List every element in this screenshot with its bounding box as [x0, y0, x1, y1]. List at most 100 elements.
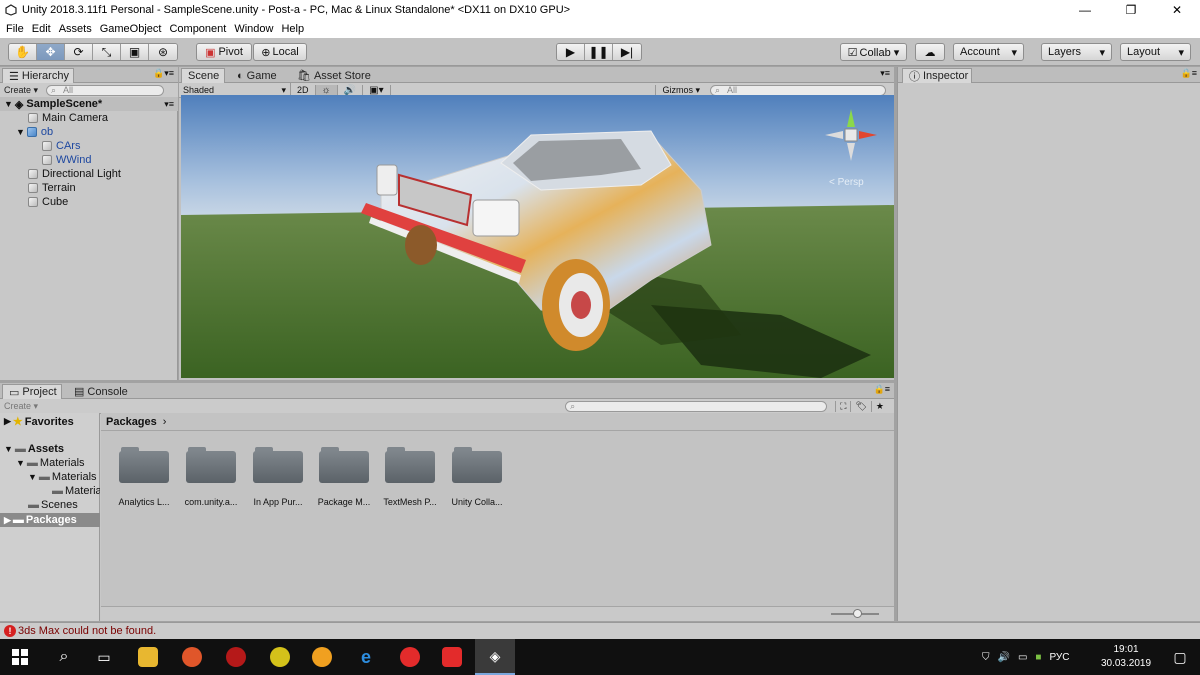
clock[interactable]: 19:01 30.03.2019 [1098, 643, 1154, 671]
expand-arrow-icon: ▶ [4, 416, 11, 426]
scene-menu-icon[interactable]: ▾≡ [164, 99, 174, 110]
hierarchy-item[interactable]: Terrain [28, 181, 76, 195]
rect-icon[interactable]: ▣ [121, 44, 149, 60]
filter-type-icon[interactable]: ⛶ [835, 400, 850, 412]
move-icon[interactable]: ✥ [37, 44, 65, 60]
avast-icon[interactable] [302, 639, 342, 675]
start-button[interactable] [0, 639, 40, 675]
hierarchy-item[interactable]: Main Camera [28, 111, 108, 125]
cloud-button[interactable]: ☁ [915, 43, 945, 61]
yandex-browser-icon[interactable] [390, 639, 430, 675]
layout-dropdown[interactable]: Layout ▾ [1120, 43, 1191, 61]
display-icon[interactable]: ▭ [1018, 652, 1027, 663]
menu-component[interactable]: Component [165, 23, 230, 35]
gizmos-dropdown[interactable]: Gizmos ▾ [655, 84, 706, 96]
pause-icon[interactable]: ❚❚ [585, 44, 613, 60]
hierarchy-item[interactable]: Directional Light [28, 167, 121, 181]
scale-icon[interactable]: ⤡ [93, 44, 121, 60]
lock-icon[interactable]: 🔒≡ [874, 384, 890, 395]
star-icon[interactable]: ★ [870, 400, 888, 412]
play-icon[interactable]: ▶ [557, 44, 585, 60]
edge-icon[interactable]: e [346, 639, 386, 675]
chrome-canary-icon[interactable] [172, 639, 212, 675]
tab-inspector[interactable]: ⓘ Inspector [902, 68, 972, 83]
tree-item[interactable]: ▬ Scenes [28, 499, 78, 511]
menu-help[interactable]: Help [277, 23, 308, 35]
nvidia-icon[interactable]: ■ [1035, 652, 1041, 663]
lighting-icon[interactable]: ☼ [315, 84, 338, 96]
menu-file[interactable]: File [2, 23, 28, 35]
tree-item[interactable]: ▼ ▬ Assets [4, 443, 64, 455]
network-shield-icon[interactable]: ⛉ [982, 652, 990, 663]
tree-item[interactable]: ▼ ▬ Materials [16, 457, 85, 469]
search-icon[interactable]: ⌕ [44, 639, 84, 675]
package-folder[interactable]: Package M... [317, 447, 371, 507]
local-button[interactable]: ⊕ Local [253, 43, 307, 61]
hierarchy-item[interactable]: ▼ ob [16, 125, 53, 139]
notifications-icon[interactable]: ▢ [1160, 639, 1200, 675]
breadcrumb-item[interactable]: Packages [106, 416, 157, 428]
hierarchy-item[interactable]: WWind [42, 153, 91, 167]
tree-item-selected[interactable]: ▶ ▬ Packages [0, 513, 100, 527]
maximize-button[interactable]: ❐ [1108, 0, 1154, 20]
panel-menu-icon[interactable]: ▾≡ [880, 68, 890, 79]
toggle-2d-button[interactable]: 2D [291, 85, 316, 95]
favorites-row[interactable]: ▶ ★ Favorites [4, 415, 74, 429]
transform-icon[interactable]: ⊛ [149, 44, 177, 60]
pivot-button[interactable]: ▣ Pivot [196, 43, 252, 61]
tab-project[interactable]: ▭ Project [2, 384, 62, 399]
hierarchy-item[interactable]: Cube [28, 195, 68, 209]
package-folder[interactable]: In App Pur... [251, 447, 305, 507]
create-dropdown[interactable]: Create ▾ [0, 401, 42, 412]
volume-icon[interactable]: 🔊 [998, 652, 1010, 663]
menu-window[interactable]: Window [230, 23, 277, 35]
package-folder[interactable]: Analytics L... [117, 447, 171, 507]
filter-label-icon[interactable]: 🏷 [850, 400, 870, 412]
yandex-icon[interactable] [432, 639, 472, 675]
tab-asset-store[interactable]: 🛍 Asset Store [291, 68, 377, 83]
hierarchy-item-label: Cube [42, 196, 69, 208]
app-icon-green[interactable] [260, 639, 300, 675]
menu-edit[interactable]: Edit [28, 23, 55, 35]
package-folder[interactable]: Unity Colla... [450, 447, 504, 507]
project-search-input[interactable]: ⌕ [565, 400, 828, 412]
status-message[interactable]: 3ds Max could not be found. [18, 625, 156, 637]
lock-icon[interactable]: 🔒▾≡ [153, 68, 174, 79]
menu-gameobject[interactable]: GameObject [96, 23, 166, 35]
package-folder[interactable]: com.unity.a... [184, 447, 238, 507]
collab-button[interactable]: ☑ Collab ▾ [840, 43, 907, 61]
tab-game[interactable]: ◐ Game [231, 68, 283, 83]
scene-viewport[interactable]: < Persp [181, 95, 894, 378]
project-toolbar: Create ▾ ⌕ ⛶ 🏷 ★ [0, 399, 894, 414]
language-indicator[interactable]: РУС [1049, 652, 1069, 663]
zoom-slider-handle[interactable] [853, 609, 862, 618]
menu-assets[interactable]: Assets [55, 23, 96, 35]
tab-scene[interactable]: Scene [181, 68, 225, 83]
effects-icon[interactable]: ▣▾ [363, 84, 391, 96]
audio-icon[interactable]: 🔊 [338, 84, 364, 96]
hierarchy-item[interactable]: CArs [42, 139, 80, 153]
task-view-icon[interactable]: ▭ [84, 639, 124, 675]
file-explorer-icon[interactable] [128, 639, 168, 675]
persp-label[interactable]: < Persp [829, 177, 864, 188]
tree-item[interactable]: ▬ Materia [52, 485, 100, 497]
unity-taskbar-icon[interactable]: ◈ [475, 639, 515, 675]
tree-item[interactable]: ▼ ▬ Materials [28, 471, 97, 483]
account-dropdown[interactable]: Account ▾ [953, 43, 1024, 61]
scene-search-input[interactable]: ⌕ All [710, 84, 886, 96]
lock-icon[interactable]: 🔒≡ [1181, 68, 1197, 79]
minimize-button[interactable]: — [1062, 0, 1108, 20]
rotate-icon[interactable]: ⟳ [65, 44, 93, 60]
scene-root-row[interactable]: ▼ ◈ SampleScene* ▾≡ [0, 97, 178, 111]
app-icon-red[interactable] [216, 639, 256, 675]
tab-console[interactable]: ▤ Console [68, 384, 134, 399]
create-dropdown[interactable]: Create ▾ [0, 85, 42, 96]
hierarchy-search-input[interactable]: ⌕ All [46, 84, 165, 96]
tab-hierarchy[interactable]: ☰ Hierarchy [2, 68, 74, 83]
step-icon[interactable]: ▶| [613, 44, 641, 60]
hand-icon[interactable]: ✋ [9, 44, 37, 60]
close-button[interactable]: ✕ [1154, 0, 1200, 20]
layers-dropdown[interactable]: Layers ▾ [1041, 43, 1112, 61]
orientation-gizmo[interactable] [821, 105, 881, 165]
package-folder[interactable]: TextMesh P... [383, 447, 437, 507]
